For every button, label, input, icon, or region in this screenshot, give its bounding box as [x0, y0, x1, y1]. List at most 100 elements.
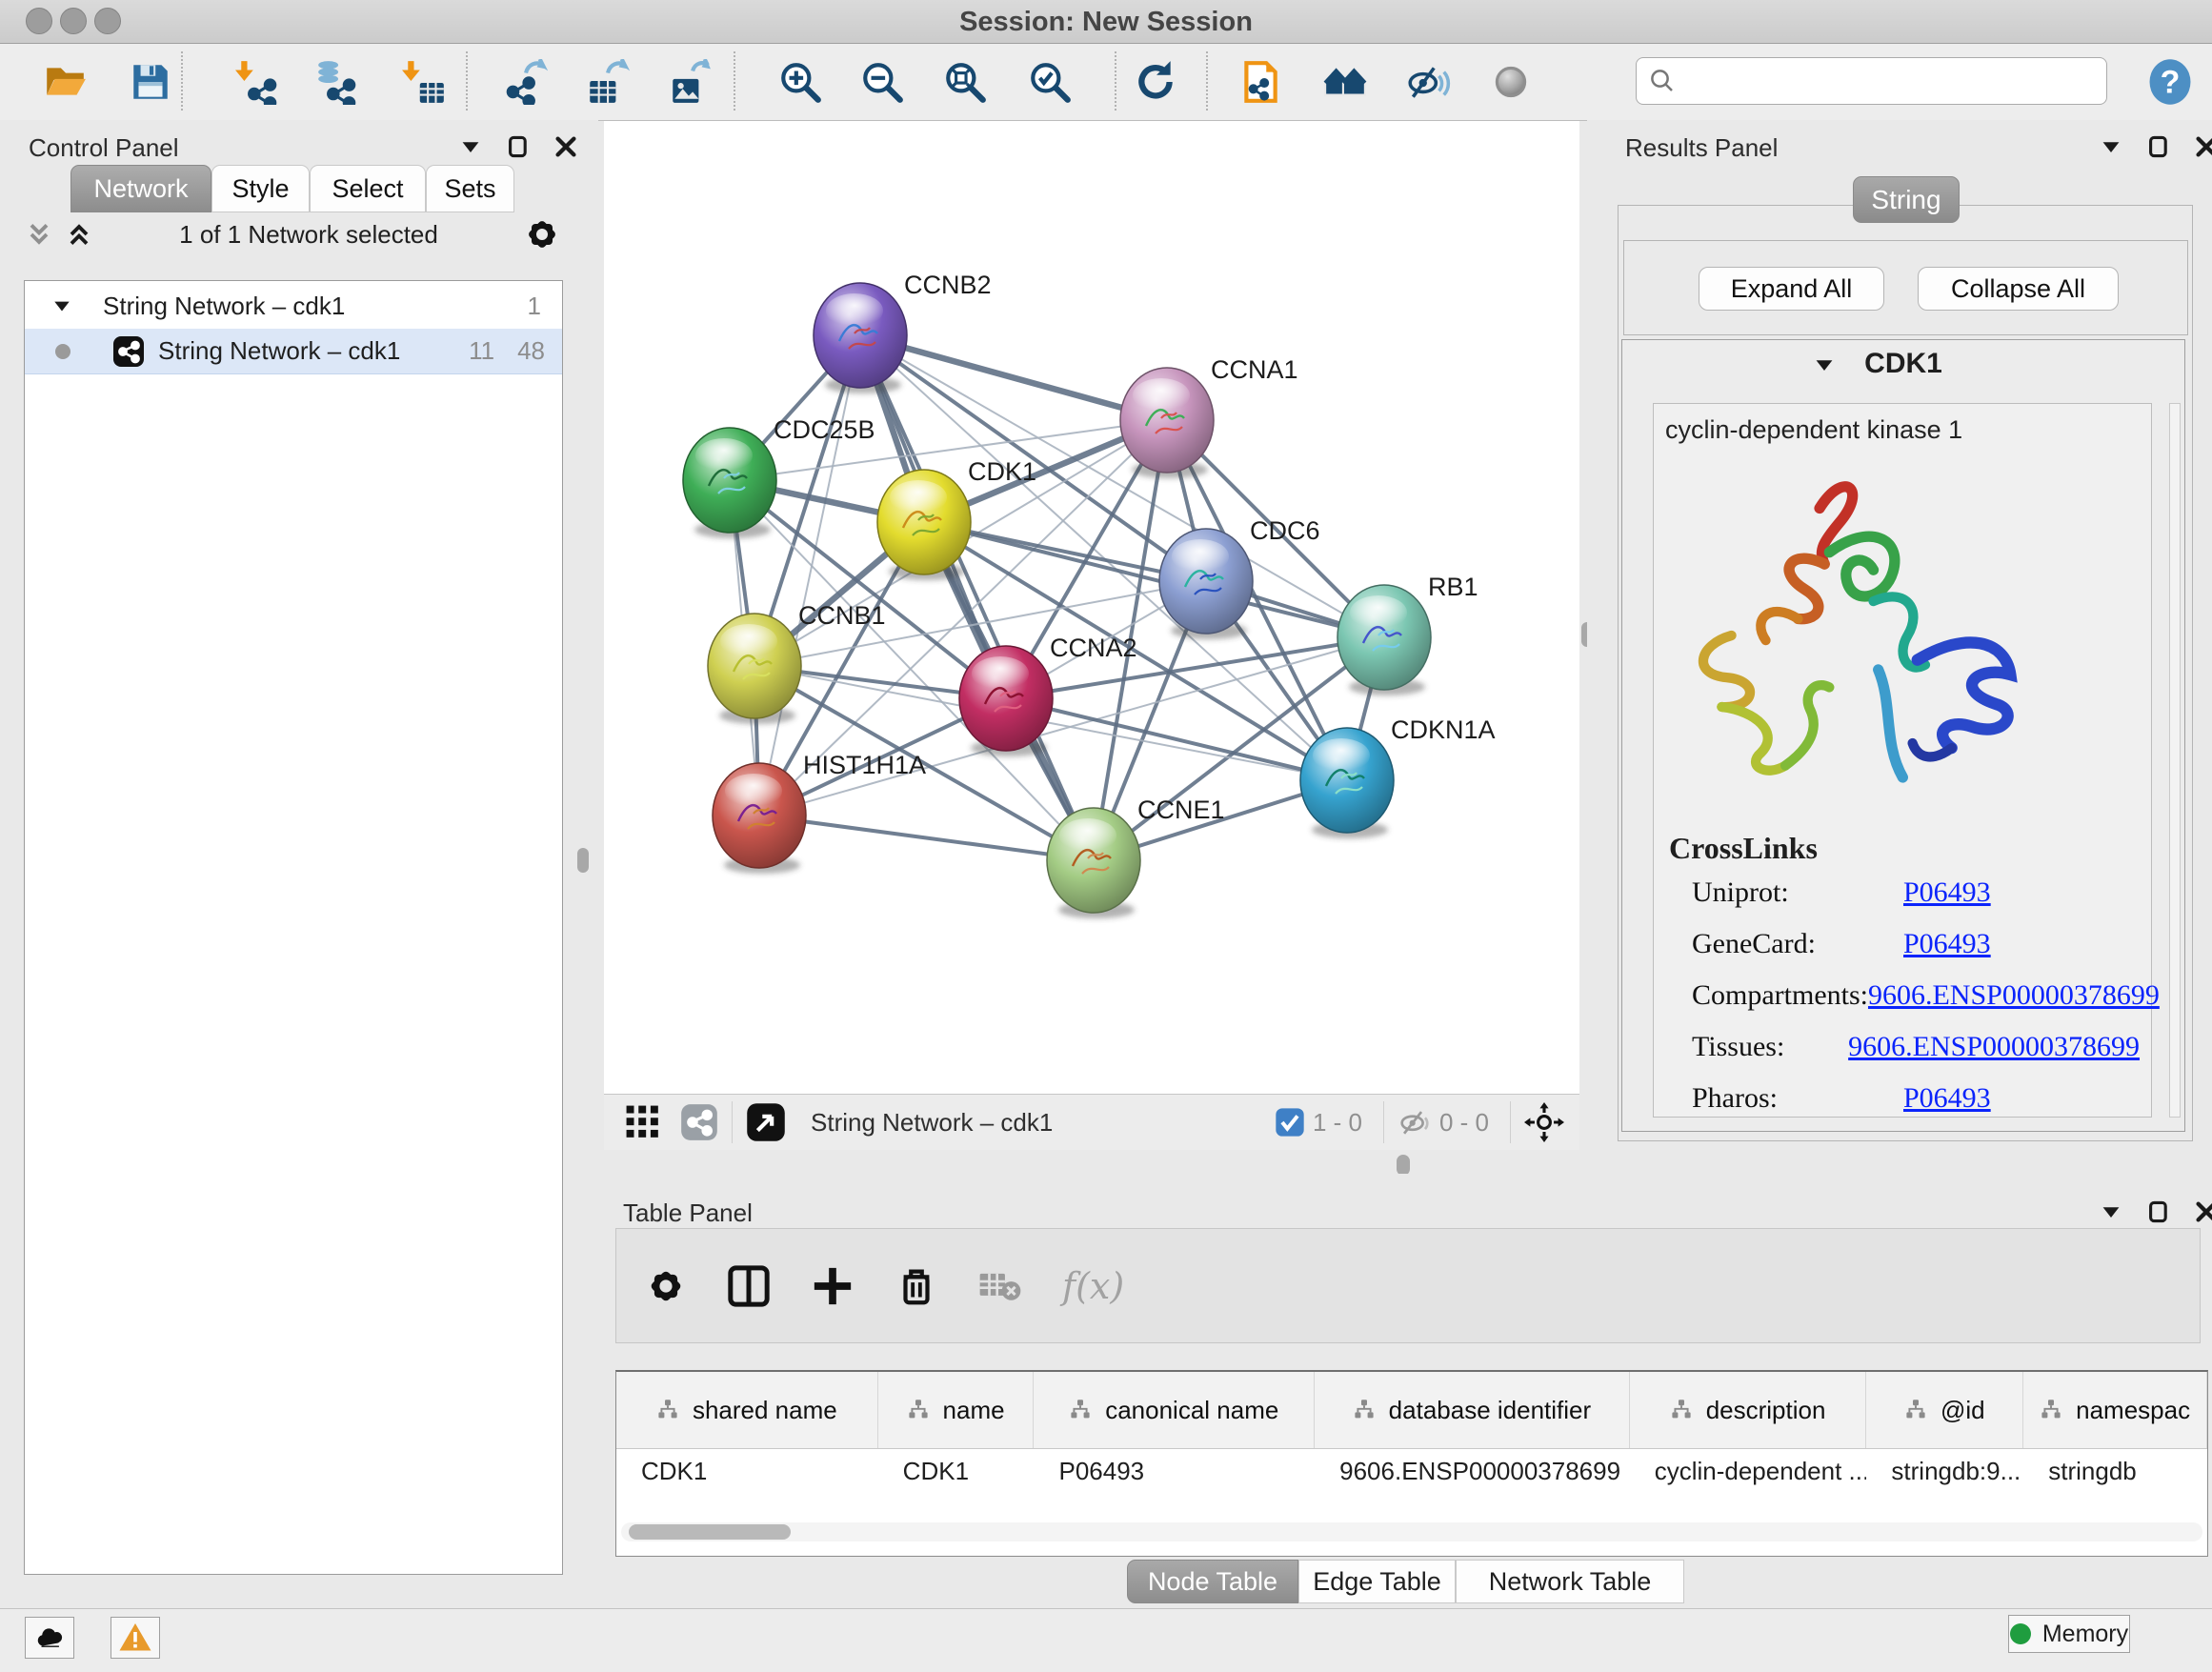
network-canvas[interactable]: CCNB2CCNA1CDC25BCDK1CDC6RB1CCNB1CCNA2CDK… [604, 121, 1579, 1094]
hidden-eye-icon[interactable] [1398, 1105, 1432, 1139]
memory-button[interactable]: Memory [2008, 1615, 2130, 1653]
grid-view-icon[interactable] [625, 1104, 661, 1140]
panel-close-icon[interactable] [2195, 1200, 2212, 1223]
table-hscroll-thumb[interactable] [629, 1524, 791, 1540]
table-cell[interactable]: cyclin-dependent ... [1630, 1457, 1867, 1486]
node-CCNE1[interactable]: CCNE1 [1047, 796, 1225, 913]
tab-select[interactable]: Select [310, 165, 426, 212]
warning-button[interactable] [111, 1617, 160, 1659]
node-CCNB1[interactable]: CCNB1 [708, 601, 886, 718]
edge-HIST1H1A-CCNE1[interactable] [759, 816, 1094, 860]
crosslink-label: Pharos: [1692, 1082, 1903, 1115]
node-CDKN1A[interactable]: CDKN1A [1300, 715, 1496, 833]
tab-network[interactable]: Network [70, 165, 211, 212]
vertical-splitter-handle[interactable] [577, 848, 589, 873]
crosslink-value[interactable]: P06493 [1903, 876, 1991, 909]
function-builder-icon[interactable]: f(x) [1062, 1265, 1124, 1307]
column-header-description[interactable]: description [1630, 1372, 1867, 1448]
collapse-all-icon[interactable] [24, 219, 54, 250]
panel-close-icon[interactable] [2195, 135, 2212, 158]
birdseye-icon[interactable] [746, 1102, 786, 1142]
zoom-fit-icon[interactable] [938, 55, 992, 109]
search-field[interactable] [1636, 57, 2107, 105]
table-body: CDK1CDK1P064939606.ENSP00000378699cyclin… [616, 1449, 2207, 1493]
import-network-file-icon[interactable] [231, 55, 285, 109]
search-input[interactable] [1677, 66, 2106, 97]
table-cell[interactable]: CDK1 [616, 1457, 878, 1486]
node-CCNA1[interactable]: CCNA1 [1120, 355, 1298, 473]
zoom-in-icon[interactable] [774, 55, 827, 109]
edge-CCNB2-HIST1H1A[interactable] [759, 335, 860, 816]
fit-content-icon[interactable] [1524, 1102, 1564, 1142]
node-RB1[interactable]: RB1 [1337, 573, 1478, 690]
export-table-icon[interactable] [580, 55, 633, 109]
edge-CCNB2-CCNE1[interactable] [860, 335, 1094, 860]
panel-maximize-icon[interactable] [507, 135, 530, 158]
crosslink-value[interactable]: 9606.ENSP00000378699 [1848, 1031, 2140, 1063]
network-row-selected[interactable]: String Network – cdk1 11 48 [25, 329, 562, 374]
delete-column-icon[interactable] [895, 1264, 938, 1308]
column-header-databaseidentifier[interactable]: database identifier [1315, 1372, 1630, 1448]
panel-float-icon[interactable] [459, 135, 482, 158]
tab-edge-table[interactable]: Edge Table [1298, 1560, 1456, 1603]
gear-icon[interactable] [523, 215, 561, 253]
node-CCNB2[interactable]: CCNB2 [814, 271, 992, 388]
export-network-icon[interactable] [498, 55, 552, 109]
column-header-sharedname[interactable]: shared name [616, 1372, 878, 1448]
tab-style[interactable]: Style [211, 165, 310, 212]
table-row[interactable]: CDK1CDK1P064939606.ENSP00000378699cyclin… [616, 1449, 2207, 1493]
column-header-namespac[interactable]: namespac [2023, 1372, 2207, 1448]
tab-network-table[interactable]: Network Table [1456, 1560, 1684, 1603]
table-cell[interactable]: stringdb:9... [1866, 1457, 2023, 1486]
show-columns-icon[interactable] [727, 1264, 771, 1308]
home-icon[interactable] [1318, 55, 1372, 109]
horizontal-splitter-handle[interactable] [1397, 1155, 1410, 1176]
hide-panel-icon[interactable] [1401, 55, 1455, 109]
table-cell[interactable]: stringdb [2023, 1457, 2207, 1486]
cloud-button[interactable] [25, 1617, 74, 1659]
tree-expand-icon[interactable] [51, 295, 72, 316]
crosslink-value[interactable]: P06493 [1903, 1082, 1991, 1115]
add-column-icon[interactable] [811, 1264, 855, 1308]
tab-sets[interactable]: Sets [426, 165, 514, 212]
network-svg[interactable]: CCNB2CCNA1CDC25BCDK1CDC6RB1CCNB1CCNA2CDK… [604, 121, 1579, 1094]
node-HIST1H1A[interactable]: HIST1H1A [713, 751, 926, 868]
zoom-selected-icon[interactable] [1023, 55, 1076, 109]
table-gear-icon[interactable] [645, 1265, 687, 1307]
save-session-icon[interactable] [124, 55, 177, 109]
tab-node-table[interactable]: Node Table [1127, 1560, 1298, 1603]
selected-checkbox-icon[interactable] [1275, 1107, 1305, 1138]
node-CDK1[interactable]: CDK1 [877, 457, 1036, 574]
import-network-database-icon[interactable] [311, 55, 364, 109]
preview-icon[interactable] [1484, 55, 1538, 109]
export-image-icon[interactable] [663, 55, 716, 109]
panel-maximize-icon[interactable] [2147, 135, 2170, 158]
help-icon[interactable]: ? [2143, 55, 2197, 109]
panel-float-icon[interactable] [2100, 135, 2122, 158]
string-style-icon[interactable] [680, 1103, 718, 1141]
table-cell[interactable]: CDK1 [878, 1457, 1035, 1486]
panel-maximize-icon[interactable] [2147, 1200, 2170, 1223]
expand-all-icon[interactable] [64, 219, 94, 250]
share-document-icon[interactable] [1234, 55, 1287, 109]
panel-close-icon[interactable] [554, 135, 577, 158]
delete-table-icon[interactable] [978, 1264, 1022, 1308]
table-hscrollbar[interactable] [621, 1522, 2202, 1541]
tab-string[interactable]: String [1853, 176, 1960, 223]
open-session-icon[interactable] [38, 55, 91, 109]
results-scrollbar[interactable] [2169, 403, 2181, 1118]
refresh-layout-icon[interactable] [1129, 55, 1182, 109]
network-collection-row[interactable]: String Network – cdk1 1 [25, 285, 562, 327]
column-header-canonicalname[interactable]: canonical name [1034, 1372, 1315, 1448]
expand-all-button[interactable]: Expand All [1699, 267, 1884, 311]
column-header-name[interactable]: name [878, 1372, 1035, 1448]
crosslink-value[interactable]: 9606.ENSP00000378699 [1868, 979, 2160, 1012]
zoom-out-icon[interactable] [855, 55, 909, 109]
crosslink-value[interactable]: P06493 [1903, 928, 1991, 960]
column-header-id[interactable]: @id [1866, 1372, 2023, 1448]
collapse-all-button[interactable]: Collapse All [1918, 267, 2119, 311]
table-cell[interactable]: P06493 [1034, 1457, 1315, 1486]
import-table-file-icon[interactable] [398, 55, 452, 109]
table-cell[interactable]: 9606.ENSP00000378699 [1315, 1457, 1630, 1486]
panel-float-icon[interactable] [2100, 1200, 2122, 1223]
